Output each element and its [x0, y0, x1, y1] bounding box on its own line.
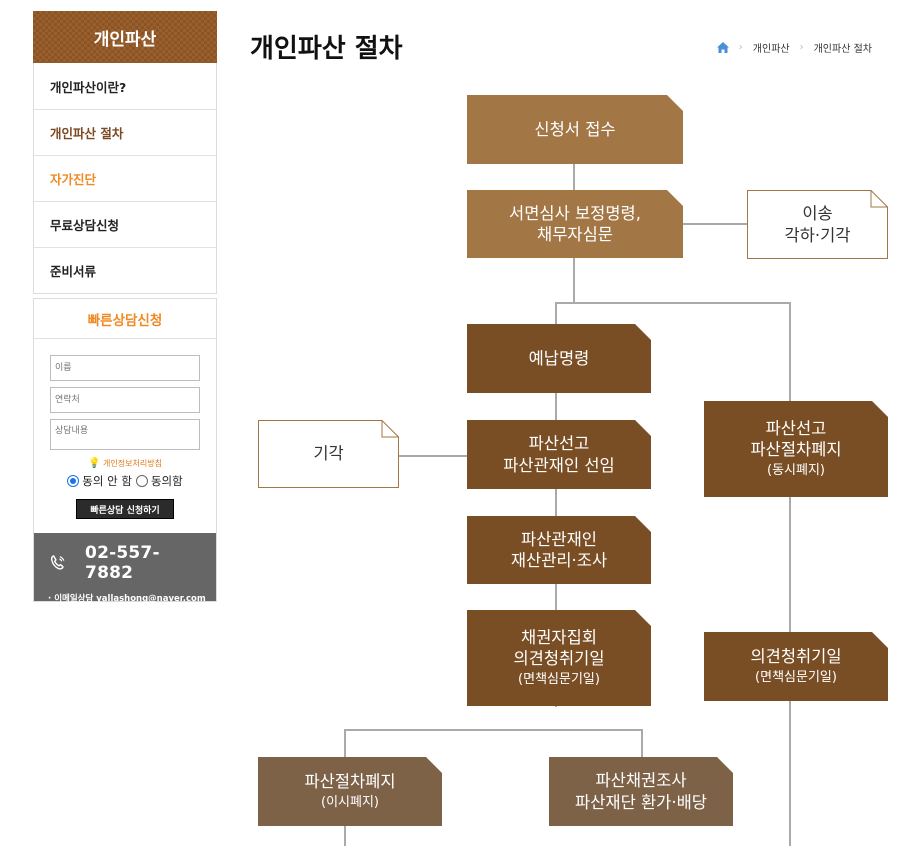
connector-line — [573, 164, 575, 190]
consent-disagree-label: 동의 안 함 — [82, 474, 132, 488]
step-bankruptcy-declaration: 파산선고 파산관재인 선임 — [467, 420, 651, 489]
page-title: 개인파산 절차 — [250, 34, 403, 64]
privacy-policy-link[interactable]: 💡 개인정보처리방침 — [50, 458, 200, 469]
connector-line — [573, 258, 575, 302]
breadcrumb: › 개인파산 › 개인파산 절차 — [716, 40, 872, 55]
step-claims-investigation: 파산채권조사 파산재단 환가·배당 — [549, 757, 733, 826]
sidebar: 개인파산 개인파산이란? 개인파산 절차 자가진단 무료상담신청 준비서류 빠른… — [33, 11, 217, 604]
home-icon[interactable] — [716, 42, 729, 53]
consult-content-textarea[interactable] — [50, 419, 200, 450]
sidebar-item-documents[interactable]: 준비서류 — [34, 247, 216, 293]
connector-line — [344, 826, 346, 846]
radio-unchecked-icon — [135, 475, 148, 487]
consent-agree-radio[interactable]: 동의함 — [135, 473, 183, 489]
quick-consult-panel: 빠른상담신청 💡 개인정보처리방침 동의 안 함 동의함 빠른상담 신청하기 — [33, 298, 217, 604]
phone-icon — [50, 555, 65, 570]
phone-input[interactable] — [50, 387, 200, 413]
step-simultaneous-abolition: 파산선고 파산절차폐지 (동시폐지) — [704, 401, 888, 497]
sidebar-item-about[interactable]: 개인파산이란? — [34, 63, 216, 109]
step-application-received: 신청서 접수 — [467, 95, 683, 164]
step-subsequent-abolition: 파산절차폐지 (이시폐지) — [258, 757, 442, 826]
quick-consult-title: 빠른상담신청 — [34, 299, 216, 339]
consent-disagree-radio[interactable]: 동의 안 함 — [67, 473, 132, 489]
breadcrumb-separator: › — [738, 42, 743, 53]
step-trustee-management: 파산관재인 재산관리·조사 — [467, 516, 651, 584]
consent-agree-label: 동의함 — [150, 474, 183, 488]
connector-line — [344, 729, 346, 757]
step-rejected: 기각 — [258, 420, 399, 488]
breadcrumb-item[interactable]: 개인파산 절차 — [814, 40, 872, 55]
step-document-review: 서면심사 보정명령, 채무자심문 — [467, 190, 683, 258]
sidebar-title: 개인파산 — [33, 11, 217, 63]
step-opinion-hearing: 의견청취기일 (면책심문기일) — [704, 632, 888, 701]
sidebar-item-self-diagnosis[interactable]: 자가진단 — [34, 155, 216, 201]
connector-line — [683, 223, 747, 225]
lightbulb-icon: 💡 — [88, 458, 101, 469]
sidebar-menu: 개인파산이란? 개인파산 절차 자가진단 무료상담신청 준비서류 — [33, 63, 217, 294]
breadcrumb-item[interactable]: 개인파산 — [753, 40, 790, 55]
connector-line — [641, 729, 643, 757]
sidebar-item-free-consult[interactable]: 무료상담신청 — [34, 201, 216, 247]
breadcrumb-separator: › — [799, 42, 804, 53]
email-consult-line: · 이메일상담 yallashong@naver.com — [48, 594, 206, 604]
connector-line — [789, 302, 791, 846]
quick-consult-form: 💡 개인정보처리방침 동의 안 함 동의함 빠른상담 신청하기 — [34, 339, 216, 533]
connector-line — [344, 729, 643, 731]
radio-checked-icon — [67, 475, 80, 487]
quick-consult-submit-button[interactable]: 빠른상담 신청하기 — [76, 499, 174, 519]
sidebar-item-procedure[interactable]: 개인파산 절차 — [34, 109, 216, 155]
privacy-policy-label: 개인정보처리방침 — [103, 459, 162, 468]
step-transfer-dismissal: 이송 각하·기각 — [747, 190, 888, 259]
name-input[interactable] — [50, 355, 200, 381]
connector-line — [399, 455, 467, 457]
step-creditors-meeting: 채권자집회 의견청취기일 (면책심문기일) — [467, 610, 651, 706]
consent-radio-group: 동의 안 함 동의함 — [50, 473, 200, 489]
contact-box: 02-557-7882 · 이메일상담 yallashong@naver.com — [34, 533, 216, 604]
step-deposit-order: 예납명령 — [467, 324, 651, 393]
connector-line — [555, 302, 791, 304]
phone-number: 02-557-7882 — [85, 543, 160, 583]
